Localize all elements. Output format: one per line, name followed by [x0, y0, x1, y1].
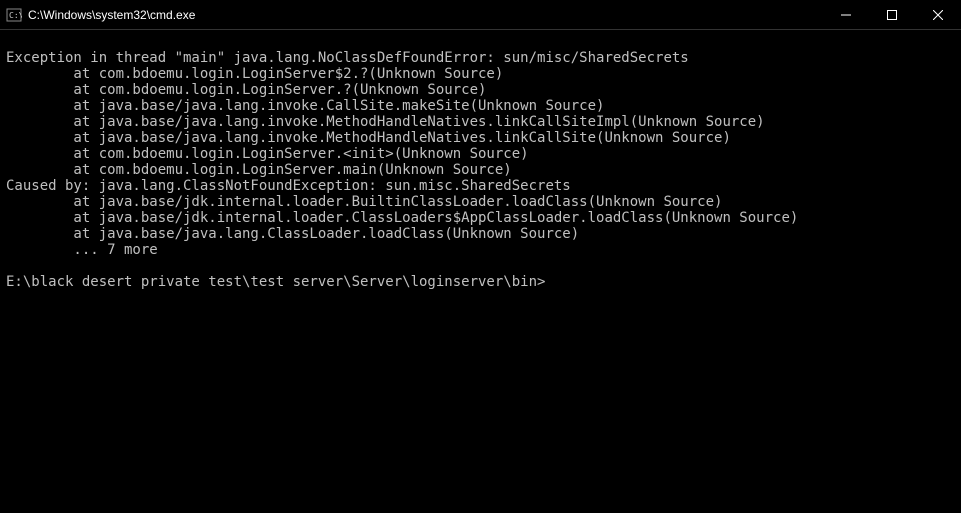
titlebar-controls: [823, 0, 961, 29]
terminal-cursor: [545, 276, 553, 290]
terminal-lines: Exception in thread "main" java.lang.NoC…: [6, 50, 798, 258]
close-button[interactable]: [915, 0, 961, 29]
terminal-output[interactable]: Exception in thread "main" java.lang.NoC…: [0, 30, 961, 294]
window-titlebar: C:\ C:\Windows\system32\cmd.exe: [0, 0, 961, 30]
cmd-icon: C:\: [6, 7, 22, 23]
titlebar-left: C:\ C:\Windows\system32\cmd.exe: [0, 7, 195, 23]
window-title: C:\Windows\system32\cmd.exe: [28, 8, 195, 22]
svg-text:C:\: C:\: [9, 11, 22, 20]
maximize-button[interactable]: [869, 0, 915, 29]
minimize-button[interactable]: [823, 0, 869, 29]
terminal-prompt: E:\black desert private test\test server…: [6, 274, 545, 290]
